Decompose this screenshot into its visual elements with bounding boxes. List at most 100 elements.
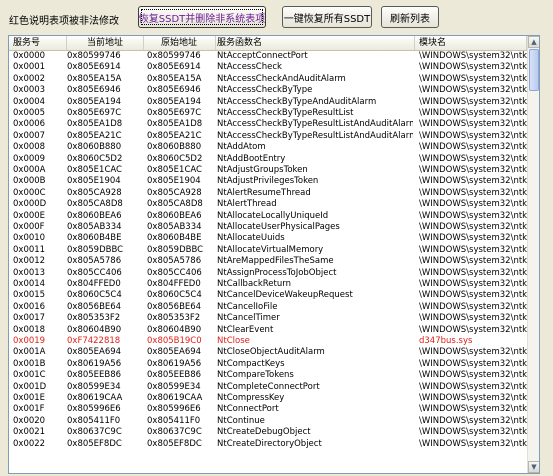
table-row[interactable]: 0x000F 0x805AB334 0x805AB334 NtAllocateUser… <box>9 222 527 233</box>
table-row[interactable]: 0x000D 0x805CA8D8 0x805CA8D8 NtAlertThread \… <box>9 199 527 210</box>
table-row[interactable]: 0x0005 0x805E697C 0x805E697C NtAccessCheckB… <box>9 108 527 119</box>
table-row[interactable]: 0x0002 0x805EA15A 0x805EA15A NtAccessCheckA… <box>9 74 527 85</box>
cell-service-function: NtCreateDebugObject <box>217 427 311 438</box>
table-row[interactable]: 0x0020 0x805411F0 0x805411F0 NtContinue \WIN… <box>9 416 527 427</box>
table-row[interactable]: 0x001B 0x80619A56 0x80619A56 NtCompactKeys \… <box>9 359 527 370</box>
table-row[interactable]: 0x0007 0x805EA21C 0x805EA21C NtAccessCheckB… <box>9 131 527 142</box>
cell-current-address: 0x8060B880 <box>67 142 122 153</box>
cell-module: \WINDOWS\system32\ntkrn <box>419 324 527 335</box>
cell-service-function: NtAreMappedFilesTheSame <box>217 256 334 267</box>
cell-original-address: 0x805B19C0 <box>147 336 202 346</box>
table-row[interactable]: 0x0011 0x8059DBBC 0x8059DBBC NtAllocateVirt… <box>9 245 527 256</box>
list-rows: 0x0000 0x80599746 0x80599746 NtAcceptConnec… <box>9 51 527 473</box>
cell-current-address: 0x805EA15A <box>67 73 122 84</box>
cell-current-address: 0x80599746 <box>67 51 121 61</box>
column-header-service-function[interactable]: 服务函数名 <box>215 36 415 50</box>
scrollbar-thumb[interactable] <box>529 49 539 91</box>
table-row[interactable]: 0x000E 0x8060BEA6 0x8060BEA6 NtAllocateLoca… <box>9 211 527 222</box>
cell-original-address: 0x804FFED0 <box>147 279 201 289</box>
table-row[interactable]: 0x0008 0x8060B880 0x8060B880 NtAddAtom \WIND… <box>9 142 527 153</box>
cell-service-number: 0x0011 <box>13 244 46 255</box>
table-row[interactable]: 0x0014 0x804FFED0 0x804FFED0 NtCallbackRetu… <box>9 279 527 290</box>
cell-service-number: 0x0016 <box>13 301 46 312</box>
column-header-original-address[interactable]: 原始地址 <box>143 36 216 50</box>
vertical-scrollbar[interactable]: ▲ ▼ <box>527 36 539 473</box>
cell-service-function: NtAlertResumeThread <box>217 187 311 198</box>
table-row[interactable]: 0x0009 0x8060C5D2 0x8060C5D2 NtAddBootEntry… <box>9 154 527 165</box>
cell-service-number: 0x0009 <box>13 153 46 164</box>
cell-service-function: NtCompleteConnectPort <box>217 381 320 392</box>
ssdt-list-view[interactable]: 服务号 当前地址 原始地址 服务函数名 模块名 0x0000 0x80599746… <box>8 35 540 474</box>
cell-module: \WINDOWS\system32\ntkrn <box>419 199 527 210</box>
cell-module: \WINDOWS\system32\ntkrn <box>419 119 527 130</box>
cell-service-number: 0x001B <box>13 358 46 369</box>
table-row[interactable]: 0x0019 0xF7422818 0x805B19C0 NtClose d347bus… <box>9 336 527 347</box>
cell-original-address: 0x8060C5C4 <box>147 290 202 301</box>
cell-module: \WINDOWS\system32\ntkrn <box>419 130 527 141</box>
table-row[interactable]: 0x0006 0x805EA1D8 0x805EA1D8 NtAccessCheckB… <box>9 119 527 130</box>
table-row[interactable]: 0x0004 0x805EA194 0x805EA194 NtAccessCheckB… <box>9 97 527 108</box>
cell-original-address: 0x80599746 <box>147 51 201 61</box>
cell-current-address: 0x805EEB86 <box>67 370 122 381</box>
cell-original-address: 0x8060C5D2 <box>147 153 203 164</box>
table-row[interactable]: 0x0012 0x805A5786 0x805A5786 NtAreMappedFil… <box>9 256 527 267</box>
table-row[interactable]: 0x001F 0x805996E6 0x805996E6 NtConnectPort \… <box>9 404 527 415</box>
cell-current-address: 0x805EA194 <box>67 96 122 107</box>
table-row[interactable]: 0x0016 0x8056BE64 0x8056BE64 NtCancelIoFile… <box>9 302 527 313</box>
cell-service-number: 0x0017 <box>13 313 46 324</box>
scroll-up-arrow-icon[interactable]: ▲ <box>528 36 539 48</box>
cell-original-address: 0x805E6946 <box>147 85 201 96</box>
cell-current-address: 0x805E1CAC <box>67 165 122 175</box>
cell-service-function: NtCloseObjectAuditAlarm <box>217 347 325 358</box>
table-row[interactable]: 0x0000 0x80599746 0x80599746 NtAcceptConnec… <box>9 51 527 62</box>
table-row[interactable]: 0x000C 0x805CA928 0x805CA928 NtAlertResumeT… <box>9 188 527 199</box>
table-row[interactable]: 0x0003 0x805E6946 0x805E6946 NtAccessCheckB… <box>9 85 527 96</box>
cell-module: \WINDOWS\system32\ntkrn <box>419 267 527 278</box>
cell-service-function: NtAccessCheckByTypeResultListAndAuditAla… <box>217 119 413 130</box>
table-row[interactable]: 0x001D 0x80599E34 0x80599E34 NtCompleteConn… <box>9 382 527 393</box>
list-header: 服务号 当前地址 原始地址 服务函数名 模块名 <box>9 36 527 51</box>
column-header-module[interactable]: 模块名 <box>415 36 527 50</box>
cell-service-number: 0x000F <box>13 222 45 232</box>
table-row[interactable]: 0x001E 0x80619CAA 0x80619CAA NtCompressKey \… <box>9 393 527 404</box>
cell-current-address: 0x805A5786 <box>67 256 122 267</box>
restore-all-ssdt-button[interactable]: 一键恢复所有SSDT <box>282 6 372 28</box>
cell-service-number: 0x000E <box>13 210 46 221</box>
cell-current-address: 0x805EA21C <box>67 130 122 141</box>
table-row[interactable]: 0x000B 0x805E1904 0x805E1904 NtAdjustPrivil… <box>9 176 527 187</box>
cell-service-number: 0x0004 <box>13 96 46 107</box>
cell-original-address: 0x805EA194 <box>147 96 202 107</box>
table-row[interactable]: 0x001C 0x805EEB86 0x805EEB86 NtCompareToken… <box>9 370 527 381</box>
cell-service-number: 0x0018 <box>13 324 46 335</box>
cell-module: \WINDOWS\system32\ntkrn <box>419 187 527 198</box>
cell-module: \WINDOWS\system32\ntkrn <box>419 73 527 84</box>
restore-and-remove-button[interactable]: 恢复SSDT并删除非系统表项 <box>138 6 266 28</box>
cell-original-address: 0x8060B880 <box>147 142 202 153</box>
cell-module: \WINDOWS\system32\ntkrn <box>419 153 527 164</box>
cell-original-address: 0x805411F0 <box>147 415 201 426</box>
cell-original-address: 0x805A5786 <box>147 256 202 267</box>
table-row[interactable]: 0x0018 0x80604B90 0x80604B90 NtClearEvent \W… <box>9 325 527 336</box>
table-row[interactable]: 0x0010 0x8060B4BE 0x8060B4BE NtAllocateUuid… <box>9 233 527 244</box>
cell-original-address: 0x8056BE64 <box>147 301 202 312</box>
column-header-service-number[interactable]: 服务号 <box>9 36 67 50</box>
cell-service-function: NtCompactKeys <box>217 358 285 369</box>
table-row[interactable]: 0x0022 0x805EF8DC 0x805EF8DC NtCreateDirect… <box>9 439 527 450</box>
table-row[interactable]: 0x0021 0x80637C9C 0x80637C9C NtCreateDebugO… <box>9 427 527 438</box>
cell-service-function: NtCancelDeviceWakeupRequest <box>217 290 353 301</box>
table-row[interactable]: 0x0013 0x805CC406 0x805CC406 NtAssignProces… <box>9 268 527 279</box>
cell-current-address: 0x805E6914 <box>67 62 121 73</box>
cell-current-address: 0x805EA1D8 <box>67 119 123 130</box>
column-header-current-address[interactable]: 当前地址 <box>67 36 144 50</box>
cell-current-address: 0x8060C5C4 <box>67 290 122 301</box>
scroll-down-arrow-icon[interactable]: ▼ <box>528 461 539 473</box>
refresh-list-button[interactable]: 刷新列表 <box>381 6 439 28</box>
table-row[interactable]: 0x0001 0x805E6914 0x805E6914 NtAccessCheck \… <box>9 62 527 73</box>
cell-service-number: 0x0013 <box>13 267 46 278</box>
cell-current-address: 0x805CC406 <box>67 267 122 278</box>
cell-original-address: 0x805CC406 <box>147 267 202 278</box>
table-row[interactable]: 0x001A 0x805EA694 0x805EA694 NtCloseObjectA… <box>9 347 527 358</box>
table-row[interactable]: 0x000A 0x805E1CAC 0x805E1CAC NtAdjustGroups… <box>9 165 527 176</box>
table-row[interactable]: 0x0015 0x8060C5C4 0x8060C5C4 NtCancelDevice… <box>9 290 527 301</box>
table-row[interactable]: 0x0017 0x805353F2 0x805353F2 NtCancelTimer \… <box>9 313 527 324</box>
